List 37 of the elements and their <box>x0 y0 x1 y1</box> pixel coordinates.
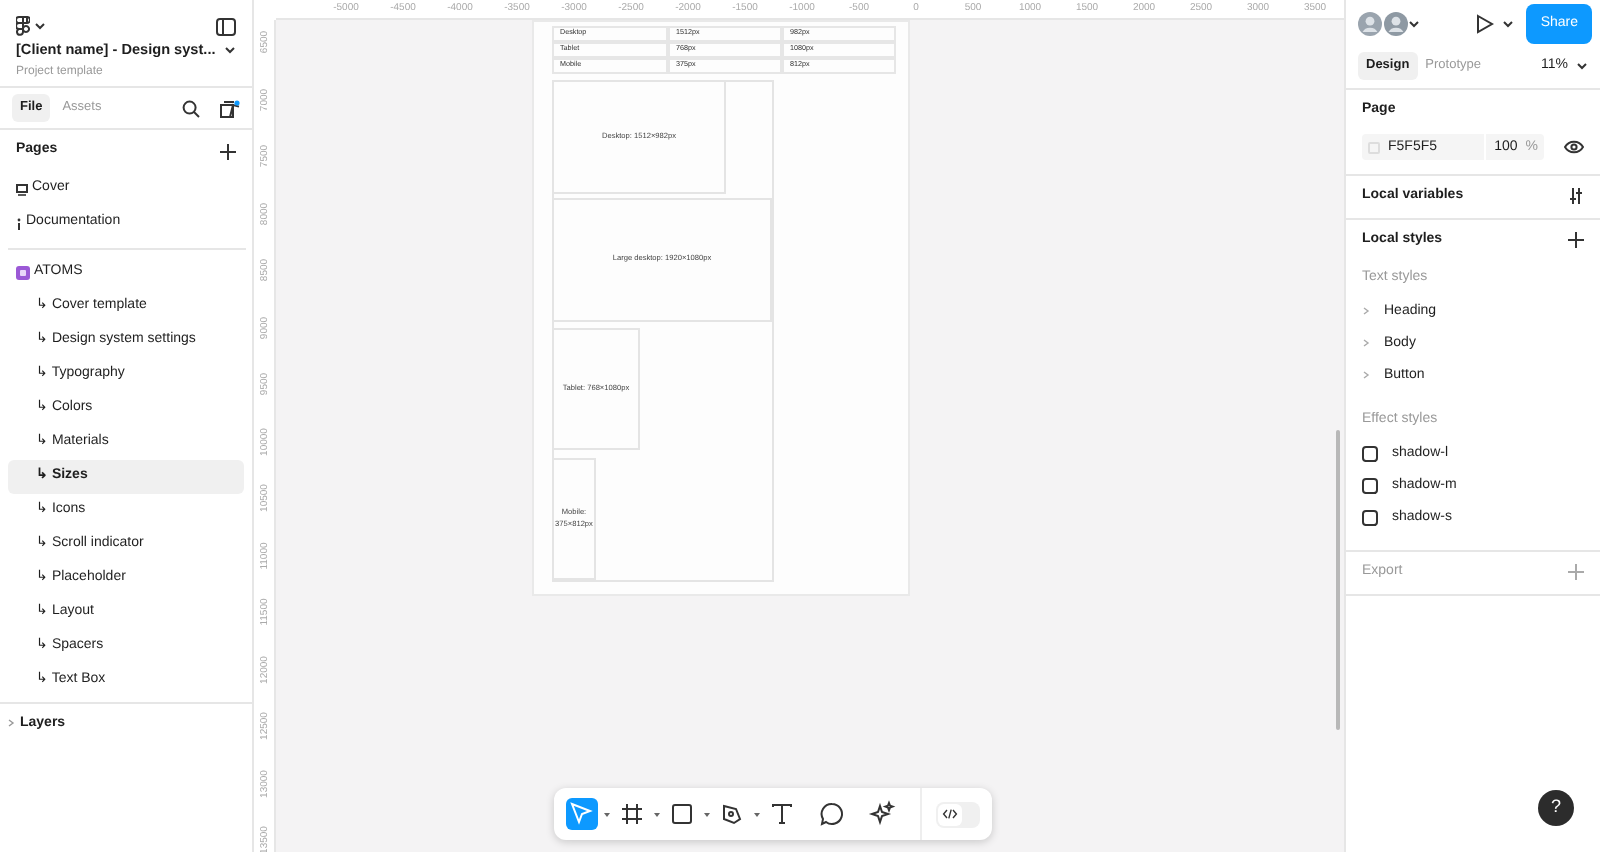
caret-icon[interactable] <box>652 809 662 819</box>
logo-icon[interactable] <box>16 16 30 36</box>
avatar <box>1384 12 1408 36</box>
add-icon[interactable] <box>220 143 236 159</box>
chevron-right-icon[interactable] <box>6 718 16 729</box>
caret-icon[interactable] <box>752 809 762 819</box>
add-icon[interactable] <box>1568 232 1584 249</box>
caret-icon[interactable] <box>702 809 712 819</box>
monitor-icon <box>16 183 28 195</box>
square-icon[interactable] <box>1362 477 1378 494</box>
caret-icon[interactable] <box>224 44 236 56</box>
section-icon <box>16 266 30 280</box>
play-icon[interactable] <box>1476 14 1495 34</box>
tool-button[interactable] <box>816 798 848 830</box>
color-swatch[interactable] <box>1368 141 1380 154</box>
code-icon <box>942 808 958 820</box>
info-icon <box>16 217 22 229</box>
caret-icon[interactable] <box>1502 18 1515 30</box>
scrollbar[interactable] <box>1336 430 1340 730</box>
tool-button[interactable] <box>766 798 798 830</box>
eye-icon[interactable] <box>1564 140 1584 155</box>
tool-button[interactable] <box>616 798 648 830</box>
caret-icon[interactable] <box>1576 60 1588 72</box>
sliders-icon[interactable] <box>1568 188 1584 205</box>
caret-icon[interactable] <box>33 20 46 32</box>
dev-mode-toggle[interactable] <box>936 801 980 827</box>
library-icon[interactable] <box>220 99 240 117</box>
help-button[interactable]: ? <box>1538 790 1574 826</box>
square-icon[interactable] <box>1362 445 1378 462</box>
caret-icon[interactable] <box>602 809 612 819</box>
caret-icon[interactable] <box>1408 18 1420 30</box>
tool-button[interactable] <box>666 798 698 830</box>
search-icon[interactable] <box>182 99 200 117</box>
tool-button[interactable] <box>866 798 898 830</box>
square-icon[interactable] <box>1362 509 1378 526</box>
sidebar-toggle-icon[interactable] <box>216 17 236 35</box>
avatar <box>1358 12 1382 36</box>
